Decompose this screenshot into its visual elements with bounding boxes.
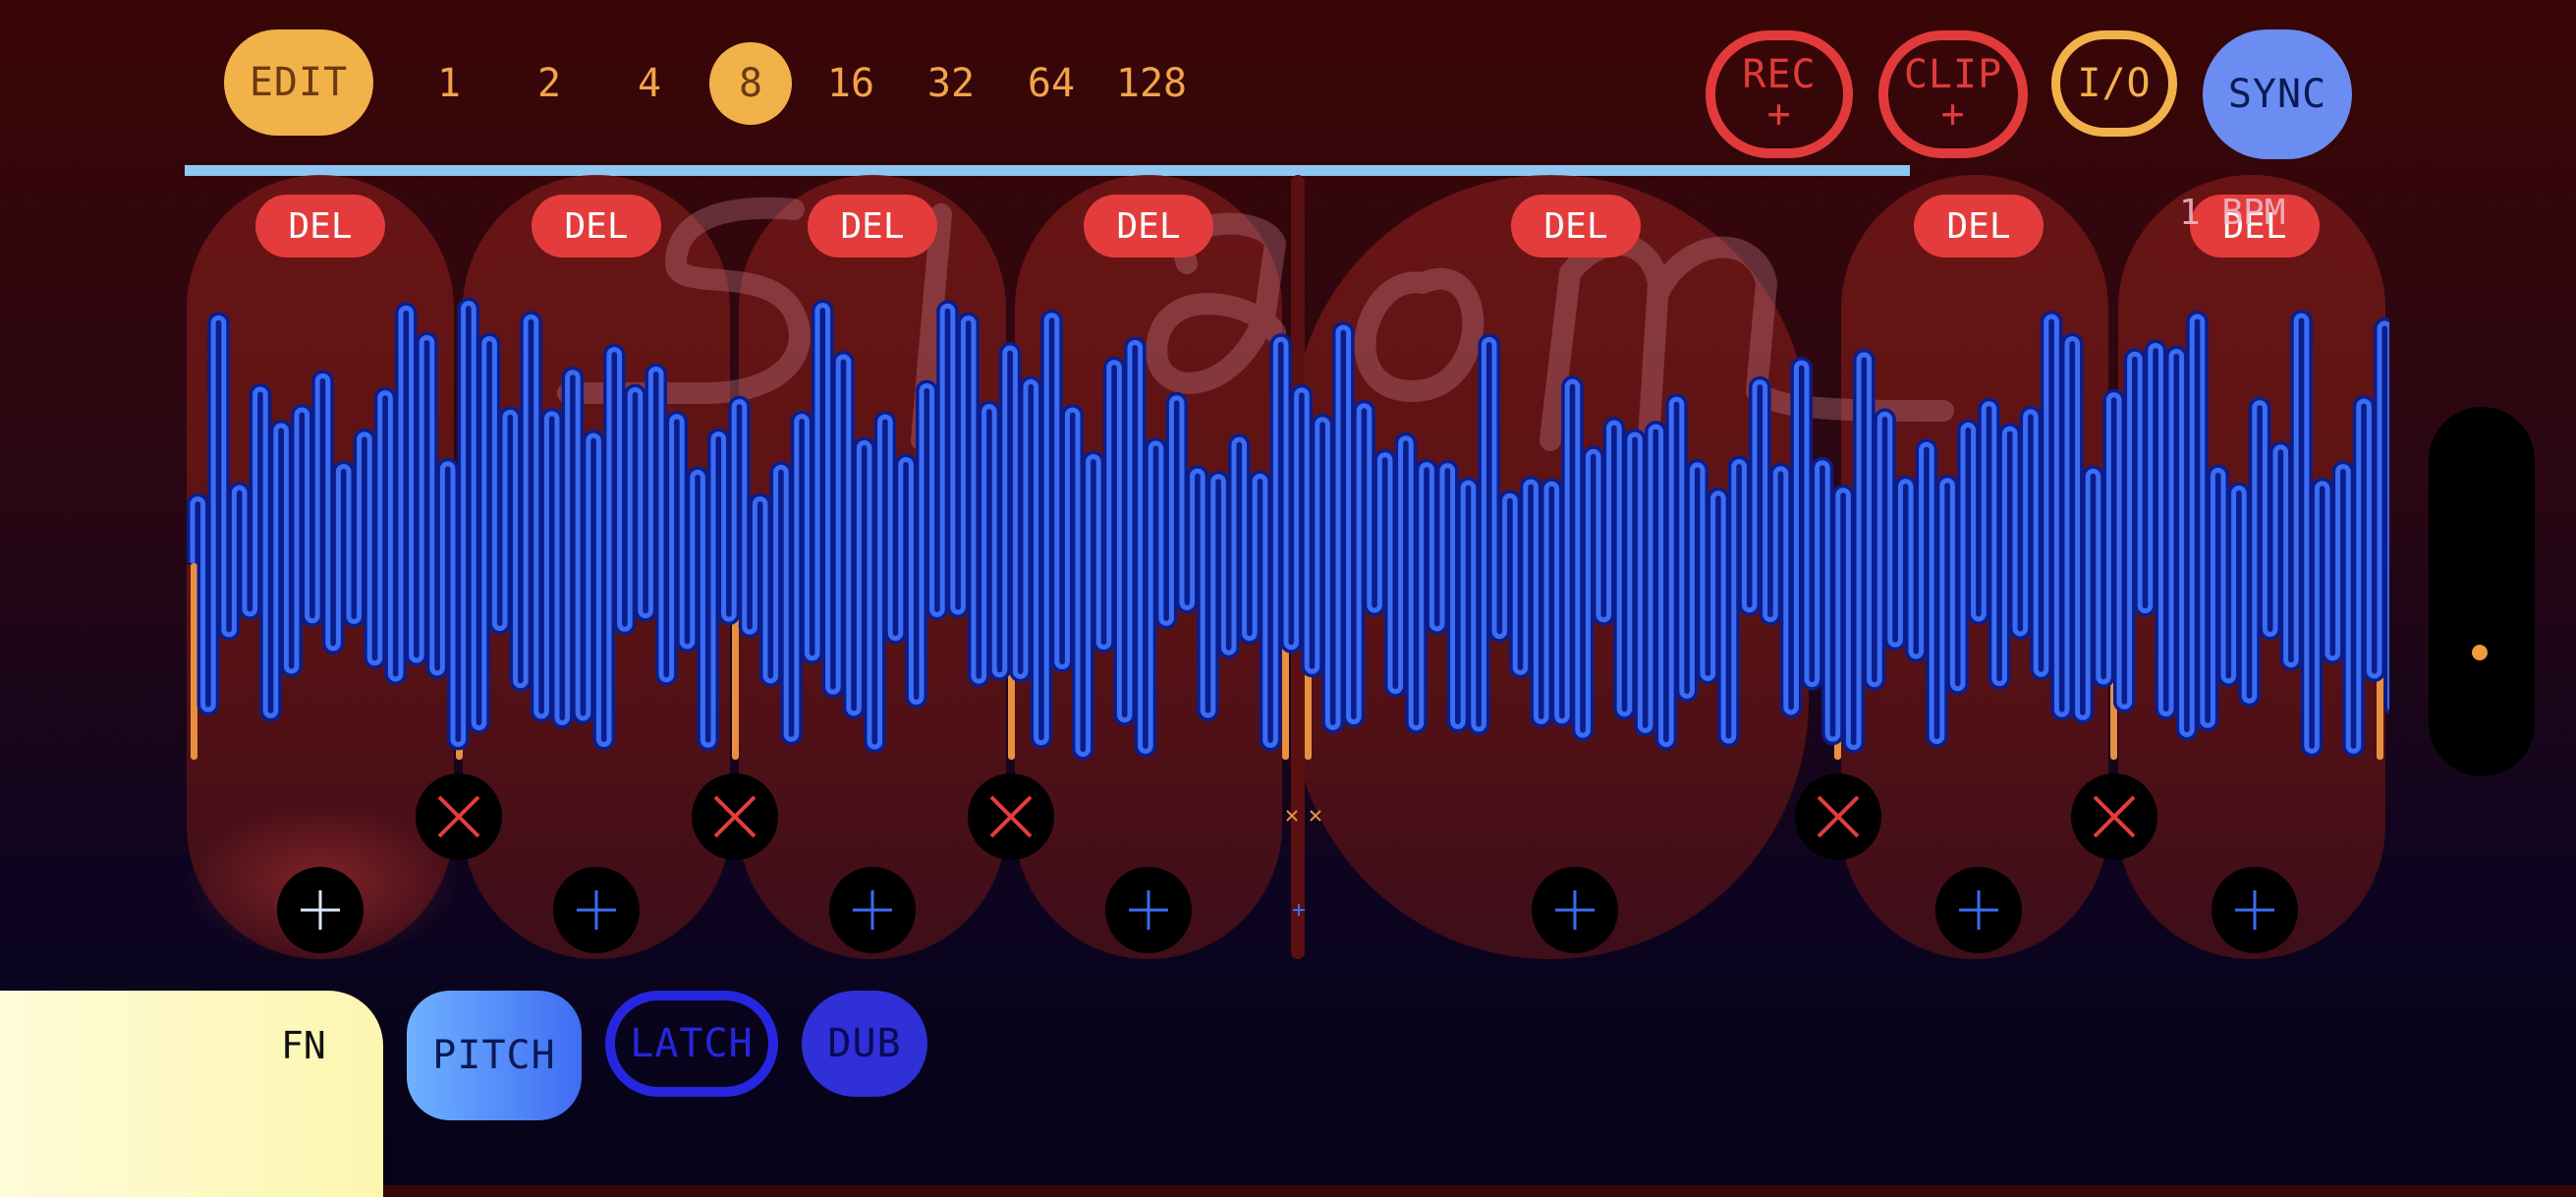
latch-button[interactable]: LATCH xyxy=(605,991,778,1097)
add-slice-2-button[interactable] xyxy=(553,867,640,953)
fn-pad[interactable] xyxy=(0,991,383,1197)
delete-loop-3-button[interactable]: DEL xyxy=(808,195,937,257)
division-32-button[interactable]: 32 xyxy=(922,49,980,118)
delete-loop-5-button[interactable]: DEL xyxy=(1511,195,1641,257)
division-16-button[interactable]: 16 xyxy=(821,49,880,118)
division-8-button[interactable]: 8 xyxy=(709,42,792,125)
scroll-position-dot xyxy=(2472,645,2488,660)
remove-slice-3-button[interactable] xyxy=(968,773,1054,860)
add-slice-buttons xyxy=(277,867,2298,953)
rec-button[interactable]: REC + xyxy=(1706,30,1853,158)
division-128-button[interactable]: 128 xyxy=(1112,49,1191,118)
delete-loop-4-button[interactable]: DEL xyxy=(1084,195,1213,257)
add-slice-5-button[interactable] xyxy=(1532,867,1618,953)
sync-button[interactable]: SYNC xyxy=(2203,29,2352,159)
division-4-button[interactable]: 4 xyxy=(625,49,674,118)
side-scroll-handle[interactable] xyxy=(2429,407,2535,776)
add-slice-6-button[interactable] xyxy=(1935,867,2022,953)
rec-label: REC xyxy=(1742,52,1817,97)
add-slice-4-button[interactable] xyxy=(1105,867,1192,953)
add-slice-1-button[interactable] xyxy=(277,867,364,953)
add-slice-3-button[interactable] xyxy=(829,867,916,953)
remove-slice-5-button[interactable] xyxy=(1795,773,1881,860)
remove-slice-6-button[interactable] xyxy=(2071,773,2157,860)
add-slice-7-button[interactable] xyxy=(2212,867,2298,953)
clip-label: CLIP xyxy=(1903,52,2003,97)
division-64-button[interactable]: 64 xyxy=(1022,49,1081,118)
remove-slice-2-button[interactable] xyxy=(692,773,778,860)
division-1-button[interactable]: 1 xyxy=(424,49,474,118)
delete-loop-1-button[interactable]: DEL xyxy=(255,195,385,257)
delete-loop-6-button[interactable]: DEL xyxy=(1914,195,2044,257)
fn-label: FN xyxy=(281,1024,326,1067)
loop-grid: DEL DEL DEL DEL DEL DEL DEL xyxy=(185,175,2389,961)
loop-grid-svg xyxy=(185,175,2389,961)
remove-slice-1-button[interactable] xyxy=(416,773,502,860)
delete-loop-2-button[interactable]: DEL xyxy=(532,195,661,257)
dub-button[interactable]: DUB xyxy=(802,991,927,1097)
bpm-readout: 1 BPM xyxy=(2179,193,2286,233)
pitch-button[interactable]: PITCH xyxy=(407,991,582,1120)
rec-plus-label: + xyxy=(1766,91,1792,137)
clip-button[interactable]: CLIP + xyxy=(1878,30,2028,158)
division-2-button[interactable]: 2 xyxy=(525,49,574,118)
edit-button[interactable]: EDIT xyxy=(224,29,373,136)
clip-plus-label: + xyxy=(1940,91,1966,137)
io-button[interactable]: I/O xyxy=(2051,30,2177,137)
